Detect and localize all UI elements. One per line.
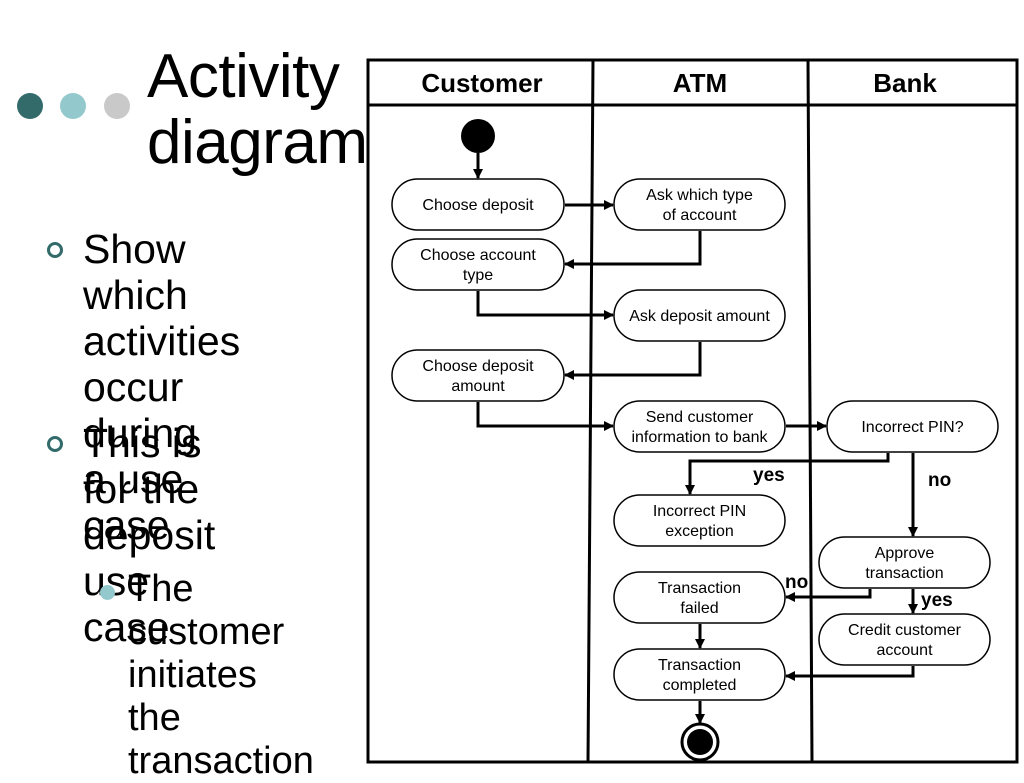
activity-node-incorrect-pin-exc: Incorrect PIN exception [613,494,786,547]
activity-node-credit: Credit customer account [818,613,991,666]
activity-node-label: Incorrect PIN? [861,419,963,436]
activity-node-failed: Transaction failed [613,571,786,624]
activity-diagram: Customer ATM Bank Choose deposit Ask whic… [366,58,1019,764]
guard-label-yes: yes [753,465,785,486]
activity-node-approve: Approve transaction [818,536,991,589]
lane-title-bank: Bank [873,68,937,98]
lane-title-atm: ATM [673,68,727,98]
start-node [461,119,495,153]
activity-node-choose-account-type: Choose account type [391,238,565,291]
activity-node-ask-deposit-amount: Ask deposit amount [613,289,786,342]
edge-ask-deposit-amount-to-choose-deposit-amount [564,342,702,380]
activity-node-label: Approve [875,545,935,562]
edge-incorrect-pin-q-to-incorrect-pin-exc [685,453,890,495]
activity-node-label: completed [663,677,737,694]
guard-label-no: no [928,470,951,491]
activity-node-label: Incorrect PIN [653,503,746,520]
guard-label-yes: yes [921,590,953,611]
activity-node-incorrect-pin-q: Incorrect PIN? [826,400,999,453]
activity-node-label: Transaction [658,580,741,597]
activity-node-label: failed [680,600,718,617]
activity-node-label: Ask which type [646,187,753,204]
edge-credit-to-completed [785,666,915,681]
lane-divider-atm-bank [806,59,814,763]
end-node [680,722,720,762]
activity-node-send-info: Send customer information to bank [613,400,786,453]
activity-node-choose-deposit: Choose deposit [391,178,565,231]
activity-node-completed: Transaction completed [613,648,786,701]
guard-label-no: no [785,572,808,593]
activity-node-label: Ask deposit amount [629,308,770,325]
activity-node-label: amount [451,378,505,395]
activity-node-label: Choose deposit [422,358,534,375]
activity-node-label: Transaction [658,657,741,674]
activity-node-label: transaction [865,565,943,582]
activity-node-label: of account [663,207,737,224]
activity-node-label: exception [665,523,734,540]
activity-node-label: information to bank [631,429,768,446]
activity-node-ask-account-type: Ask which type of account [613,178,786,231]
activity-node-label: Send customer [646,409,754,426]
edge-choose-deposit-amount-to-send-info [476,402,614,431]
activity-node-label: type [463,267,493,284]
edge-ask-account-type-to-choose-account-type [564,231,702,269]
activity-node-label: Choose account [420,247,536,264]
activity-node-choose-deposit-amount: Choose deposit amount [391,349,565,402]
lane-divider-customer-atm [586,59,595,763]
activity-node-label: Choose deposit [422,197,534,214]
activity-node-label: Credit customer [848,622,962,639]
lane-title-customer: Customer [421,68,542,98]
activity-node-label: account [876,642,933,659]
